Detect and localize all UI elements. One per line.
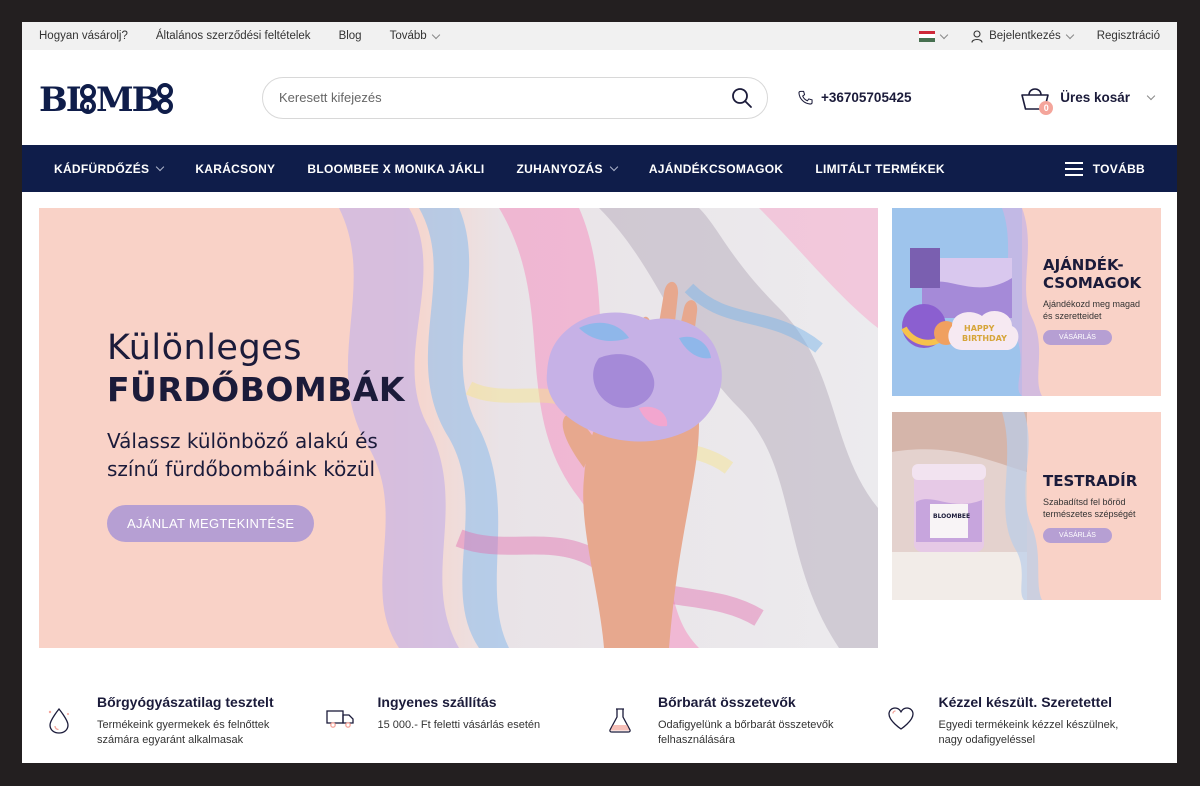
nav-item-label: AJÁNDÉKCSOMAGOK <box>648 161 784 176</box>
hero-content: Különleges FÜRDŐBOMBÁK Válassz különböző… <box>107 328 405 542</box>
nav-item-label: ZUHANYOZÁS <box>516 161 603 176</box>
nav-more-label: TOVÁBB <box>1092 161 1145 176</box>
nav-item-karacsony[interactable]: KARÁCSONY <box>195 162 275 176</box>
login-label: Bejelentkezés <box>989 30 1061 42</box>
how-to-buy-link[interactable]: Hogyan vásárolj? <box>39 30 128 42</box>
bloombee-logo[interactable]: BL MB <box>39 78 174 118</box>
body-scrub-banner[interactable]: BLOOMBEE TESTRADÍR Szabadítsd fel bőröd … <box>892 412 1161 600</box>
drop-icon <box>48 707 69 734</box>
nav-item-zuhanyozas[interactable]: ZUHANYOZÁS <box>516 161 619 176</box>
feature-title: Kézzel készült. Szeretettel <box>938 694 1113 710</box>
hero-banner[interactable]: Különleges FÜRDŐBOMBÁK Válassz különböző… <box>39 208 878 648</box>
nav-item-label: KARÁCSONY <box>195 161 276 176</box>
heart-icon <box>887 707 914 730</box>
chevron-down-icon <box>156 162 165 172</box>
feature-tested: Bőrgyógyászatilag tesztelt Termékeink gy… <box>39 694 320 748</box>
register-link[interactable]: Regisztráció <box>1097 30 1160 42</box>
feature-free-shipping: Ingyenes szállítás 15 000.- Ft feletti v… <box>320 694 601 748</box>
nav-item-limitalt[interactable]: LIMITÁLT TERMÉKEK <box>815 162 945 176</box>
scrub-title: TESTRADÍR <box>1043 472 1138 490</box>
cart-count-badge: 0 <box>1039 100 1054 115</box>
gift-subtitle: Ajándékozd meg magad és szeretteidet <box>1043 299 1141 321</box>
hungarian-flag-icon <box>919 30 936 42</box>
hero-subtitle: Válassz különböző alakú és színű fürdőbo… <box>107 429 378 481</box>
chevron-down-icon <box>1146 91 1156 101</box>
feature-title: Bőrgyógyászatilag tesztelt <box>97 694 274 710</box>
cart-label: Üres kosár <box>1060 90 1130 105</box>
feature-skin-friendly: Bőrbarát összetevők Odafigyelünk a bőrba… <box>600 694 881 748</box>
feature-text: Odafigyelünk a bőrbarát összetevők felha… <box>658 719 834 746</box>
phone-number: +36705705425 <box>821 90 912 105</box>
feature-text: Egyedi termékeink kézzel készülnek, nagy… <box>938 719 1119 746</box>
feature-title: Ingyenes szállítás <box>377 694 497 710</box>
login-dropdown[interactable]: Bejelentkezés <box>971 29 1074 43</box>
nav-item-label: BLOOMBEE X MONIKA JÁKLI <box>307 161 485 176</box>
feature-text: 15 000.- Ft feletti vásárlás esetén <box>377 719 541 731</box>
user-icon <box>971 29 983 43</box>
flask-icon <box>609 708 631 733</box>
svg-text:BL: BL <box>39 80 90 118</box>
hamburger-menu-icon <box>1064 161 1083 176</box>
hero-title-line1: Különleges <box>107 328 302 368</box>
basket-icon: 0 <box>1020 84 1054 115</box>
nav-item-ajandekcsomagok[interactable]: AJÁNDÉKCSOMAGOK <box>649 162 784 176</box>
header: BL MB +36705705425 0 Üres kosár <box>22 50 1177 145</box>
chevron-down-icon <box>431 30 440 39</box>
phone-contact[interactable]: +36705705425 <box>798 90 911 105</box>
feature-text: Termékeink gyermekek és felnőttek számár… <box>97 719 270 746</box>
chevron-down-icon <box>609 162 619 172</box>
page-frame: Hogyan vásárolj? Általános szerződési fe… <box>22 22 1177 763</box>
view-offer-button[interactable]: AJÁNLAT MEGTEKINTÉSE <box>107 505 315 542</box>
hero-title-line2: FÜRDŐBOMBÁK <box>107 370 406 409</box>
svg-text:MB: MB <box>96 80 159 118</box>
scrub-shop-button[interactable]: VÁSÁRLÁS <box>1043 528 1112 543</box>
gift-packages-banner[interactable]: HAPPY BIRTHDAY AJÁNDÉK- CSOMAGOK Ajándék… <box>892 208 1161 396</box>
feature-handmade: Kézzel készült. Szeretettel Egyedi termé… <box>881 694 1162 748</box>
truck-icon <box>325 710 354 728</box>
search-input[interactable] <box>279 90 731 105</box>
language-selector[interactable] <box>919 30 949 42</box>
scrub-subtitle: Szabadítsd fel bőröd természetes szépség… <box>1043 497 1136 519</box>
body-scrub-content: TESTRADÍR Szabadítsd fel bőröd természet… <box>1043 472 1148 543</box>
jar-label: BLOOMBEE <box>933 513 970 520</box>
feature-title: Bőrbarát összetevők <box>658 694 796 710</box>
nav-item-monika-jakli[interactable]: BLOOMBEE X MONIKA JÁKLI <box>307 162 484 176</box>
nav-more-button[interactable]: TOVÁBB <box>1064 161 1145 176</box>
cart-button[interactable]: 0 Üres kosár <box>1020 84 1156 115</box>
top-bar: Hogyan vásárolj? Általános szerződési fe… <box>22 22 1177 50</box>
phone-icon <box>798 90 813 105</box>
nav-item-label: KÁDFÜRDŐZÉS <box>54 161 150 176</box>
birthday-text: BIRTHDAY <box>962 334 1007 343</box>
features-row: Bőrgyógyászatilag tesztelt Termékeink gy… <box>39 694 1161 748</box>
nav-item-label: LIMITÁLT TERMÉKEK <box>815 161 945 176</box>
chevron-down-icon <box>1065 30 1074 39</box>
gift-title-line1: AJÁNDÉK- <box>1043 256 1124 274</box>
nav-item-kadfurdozes[interactable]: KÁDFÜRDŐZÉS <box>54 161 165 176</box>
search-bar <box>262 76 768 119</box>
blog-link[interactable]: Blog <box>339 30 362 42</box>
happy-text: HAPPY <box>964 324 995 333</box>
chevron-down-icon <box>939 30 949 39</box>
gift-shop-button[interactable]: VÁSÁRLÁS <box>1043 330 1112 345</box>
gift-title-line2: CSOMAGOK <box>1043 274 1142 292</box>
gift-packages-content: AJÁNDÉK- CSOMAGOK Ajándékozd meg magad é… <box>1043 256 1148 345</box>
terms-link[interactable]: Általános szerződési feltételek <box>156 30 311 42</box>
more-links-dropdown[interactable]: Tovább <box>389 30 440 42</box>
search-icon[interactable] <box>731 87 753 109</box>
more-links-label: Tovább <box>389 30 427 42</box>
main-navigation: KÁDFÜRDŐZÉS KARÁCSONY BLOOMBEE X MONIKA … <box>22 145 1177 192</box>
